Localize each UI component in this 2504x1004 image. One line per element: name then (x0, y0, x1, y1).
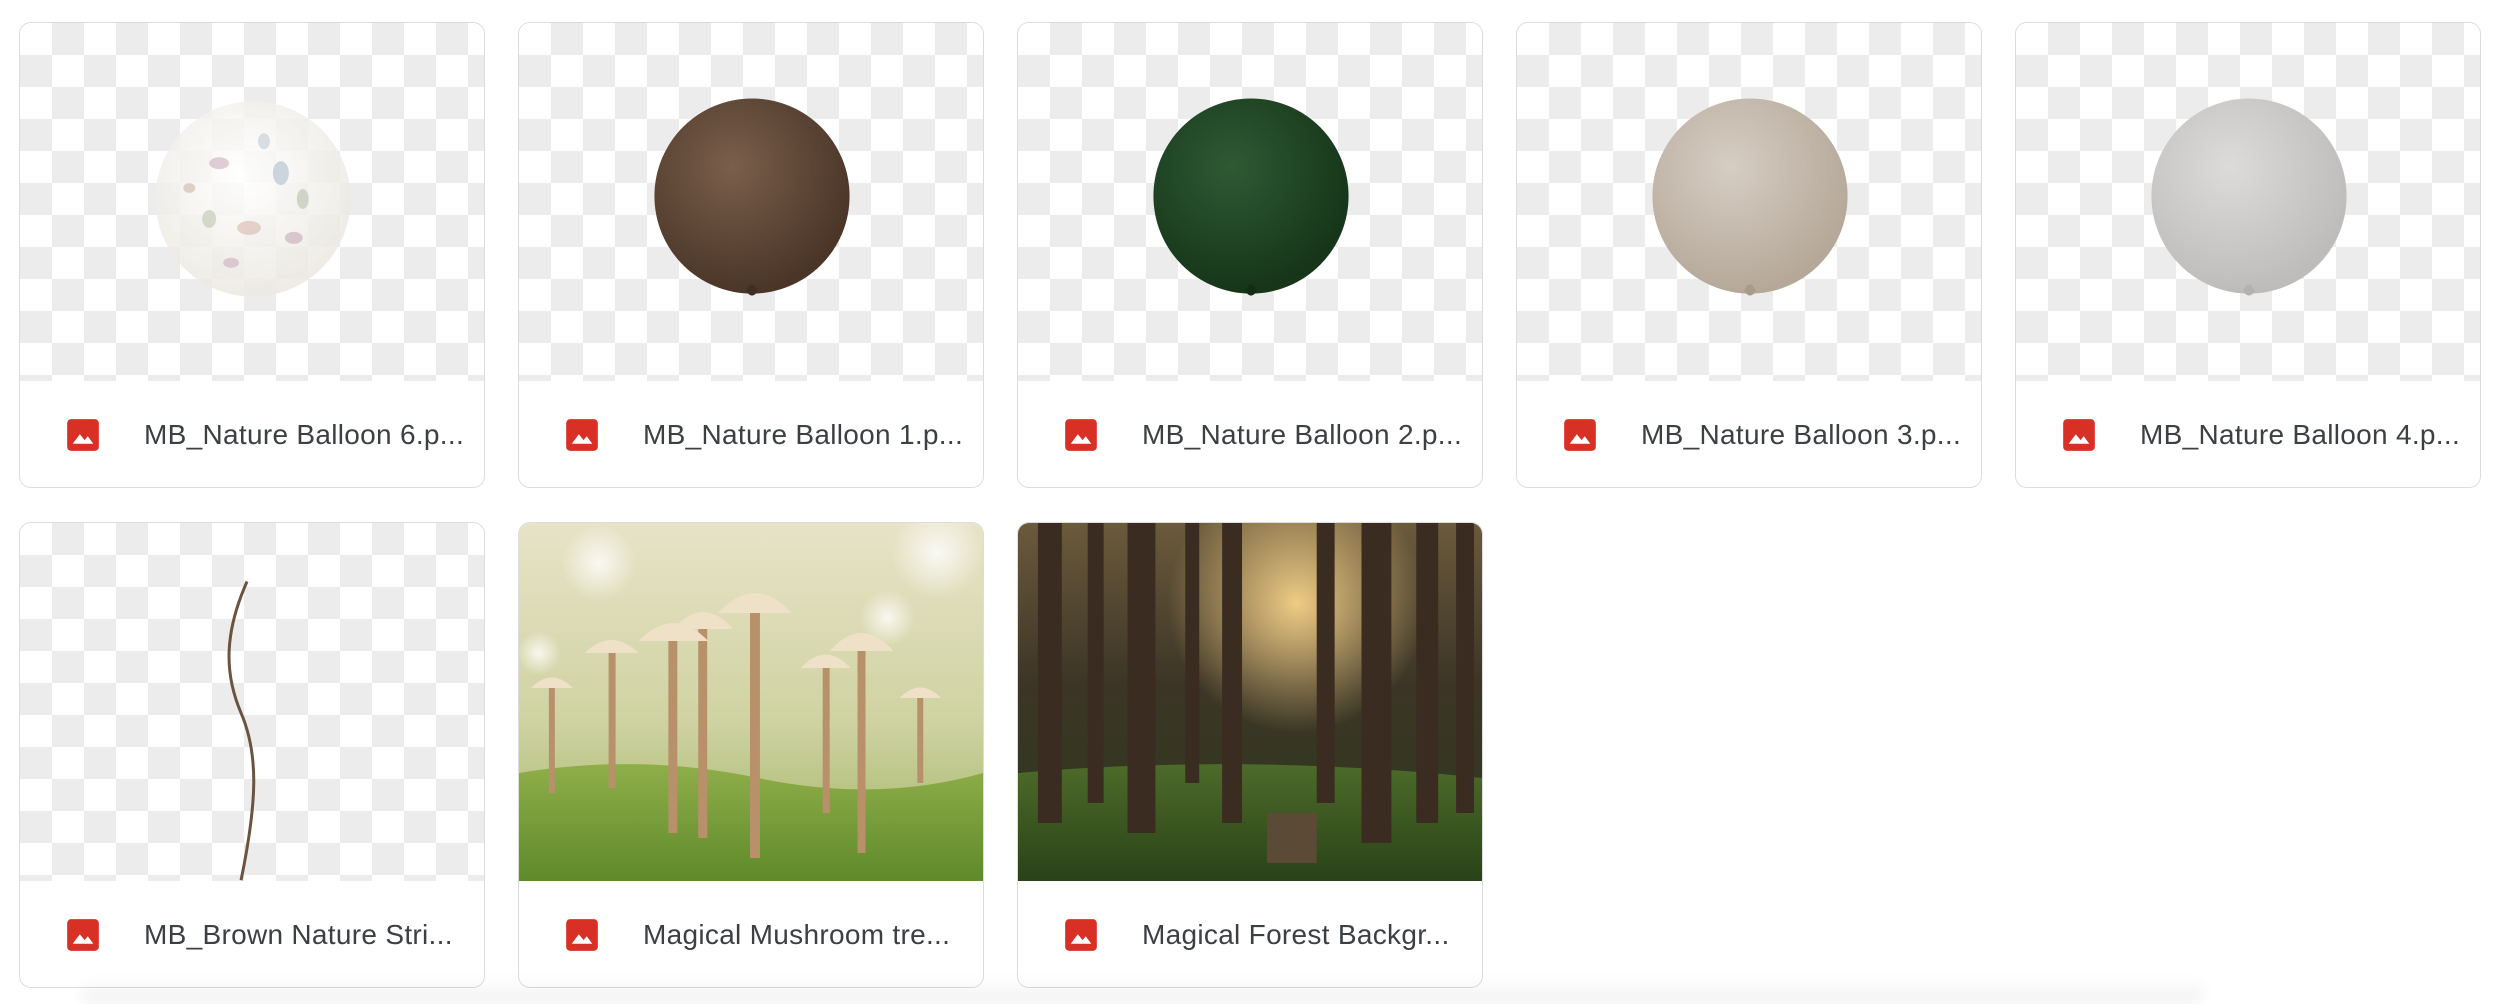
file-name: MB_Nature Balloon 4.p... (2140, 419, 2461, 450)
image-file-icon (566, 919, 598, 951)
file-name: MB_Nature Balloon 6.p... (144, 419, 465, 450)
image-file-icon (67, 419, 99, 451)
file-info: Magical Forest Backgr... (1018, 881, 1482, 987)
image-file-icon (2063, 419, 2095, 451)
file-card[interactable]: MB_Nature Balloon 2.p... (1017, 22, 1483, 488)
file-name: MB_Nature Balloon 3.p... (1641, 419, 1962, 450)
file-info: MB_Brown Nature Stri... (20, 881, 484, 987)
file-card[interactable]: MB_Nature Balloon 6.p... (19, 22, 485, 488)
file-thumbnail (2016, 23, 2480, 381)
file-thumbnail (519, 523, 983, 881)
mushroom-photo (519, 523, 983, 881)
file-thumbnail (519, 23, 983, 381)
file-thumbnail (20, 523, 484, 881)
file-card[interactable]: Magical Forest Backgr... (1017, 522, 1483, 988)
file-name: Magical Mushroom tre... (643, 919, 951, 950)
file-card[interactable]: MB_Brown Nature Stri... (19, 522, 485, 988)
forest-photo (1018, 523, 1482, 881)
file-info: MB_Nature Balloon 4.p... (2016, 381, 2480, 487)
balloon-icon (654, 98, 850, 296)
file-name: Magical Forest Backgr... (1142, 919, 1450, 950)
file-info: MB_Nature Balloon 3.p... (1517, 381, 1981, 487)
balloon-icon (1153, 98, 1349, 296)
file-info: MB_Nature Balloon 2.p... (1018, 381, 1482, 487)
file-info: MB_Nature Balloon 6.p... (20, 381, 484, 487)
image-file-icon (67, 919, 99, 951)
image-file-icon (1065, 419, 1097, 451)
file-card[interactable]: Magical Mushroom tre... (518, 522, 984, 988)
file-card[interactable]: MB_Nature Balloon 1.p... (518, 22, 984, 488)
string-icon (227, 580, 256, 881)
file-card[interactable]: MB_Nature Balloon 3.p... (1516, 22, 1982, 488)
file-thumbnail (1018, 23, 1482, 381)
scroll-shadow (80, 978, 2204, 1004)
balloon-icon (1652, 98, 1848, 296)
balloon-icon (2151, 98, 2347, 296)
floral-balloon-icon (155, 101, 351, 297)
image-file-icon (566, 419, 598, 451)
file-name: MB_Nature Balloon 1.p... (643, 419, 964, 450)
file-name: MB_Nature Balloon 2.p... (1142, 419, 1463, 450)
file-thumbnail (1517, 23, 1981, 381)
file-name: MB_Brown Nature Stri... (144, 919, 453, 950)
image-file-icon (1564, 419, 1596, 451)
image-file-icon (1065, 919, 1097, 951)
file-thumbnail (1018, 523, 1482, 881)
file-card[interactable]: MB_Nature Balloon 4.p... (2015, 22, 2481, 488)
file-info: Magical Mushroom tre... (519, 881, 983, 987)
file-info: MB_Nature Balloon 1.p... (519, 381, 983, 487)
file-grid: MB_Nature Balloon 6.p... MB_Nature Ballo… (0, 0, 2504, 1004)
file-thumbnail (20, 23, 484, 381)
